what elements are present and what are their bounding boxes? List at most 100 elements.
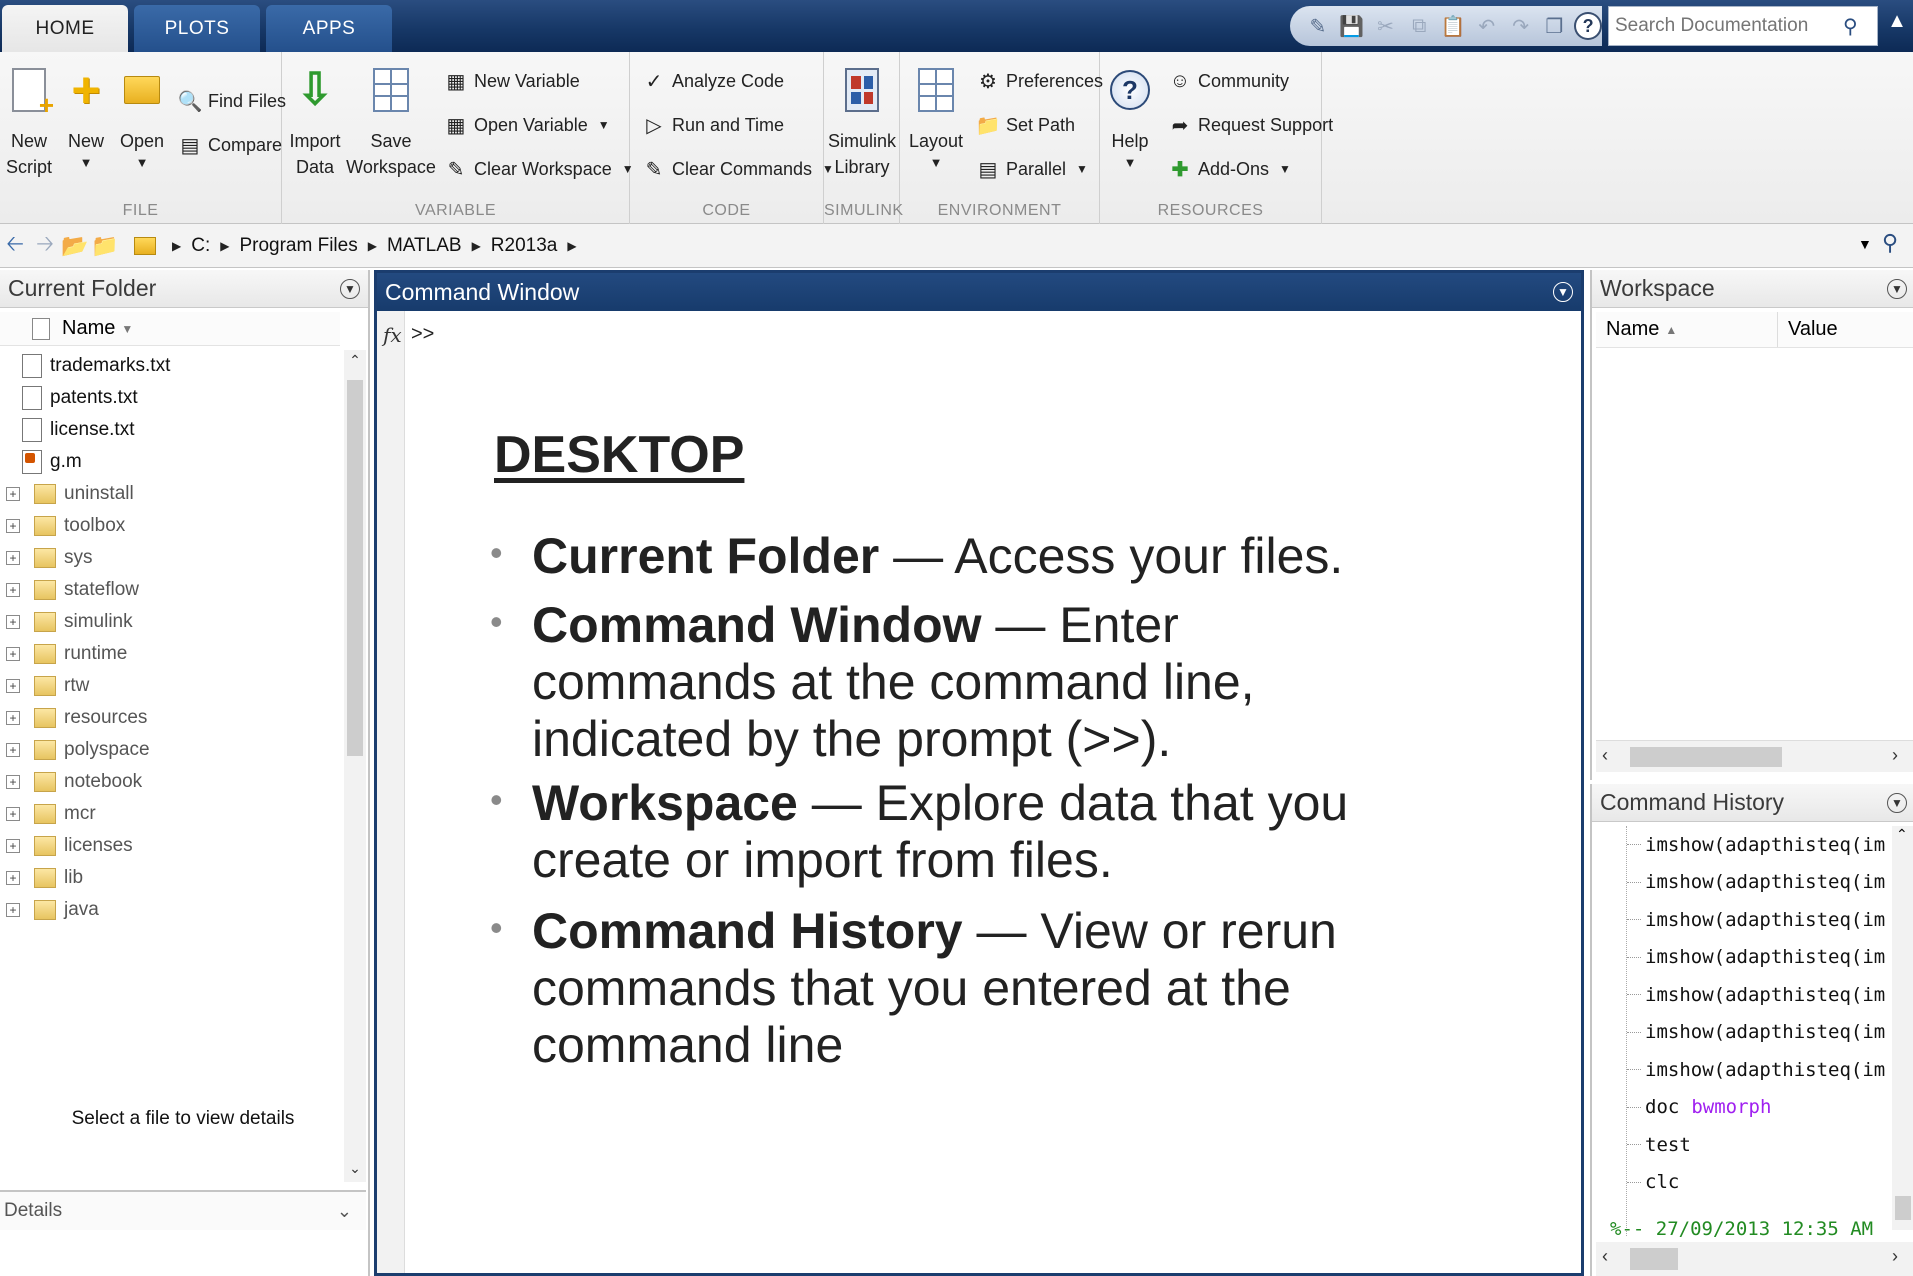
simulink-library-button[interactable]: Simulink Library [828, 62, 896, 180]
history-entry[interactable]: clc [1627, 1164, 1913, 1202]
scroll-left-icon[interactable]: ‹ [1602, 1246, 1608, 1267]
file-list-scrollbar[interactable]: ⌃ ⌄ [344, 350, 366, 1182]
history-entry[interactable]: imshow(adapthisteq(im [1627, 1014, 1913, 1052]
expand-folder-icon[interactable]: + [6, 775, 20, 789]
tab-plots[interactable]: PLOTS [134, 5, 260, 52]
search-icon[interactable]: ⚲ [1843, 14, 1858, 39]
expand-folder-icon[interactable]: + [6, 903, 20, 917]
parallel-button[interactable]: ▤ Parallel ▼ [974, 154, 1088, 184]
function-browser-icon[interactable]: fx [383, 323, 402, 347]
file-list-item[interactable]: + runtime [0, 638, 344, 670]
cut-icon[interactable]: ✂ [1372, 11, 1400, 41]
expand-folder-icon[interactable]: + [6, 871, 20, 885]
history-vscrollbar[interactable]: ⌃ [1892, 826, 1913, 1230]
panel-actions-icon[interactable]: ▼ [1553, 282, 1573, 302]
browse-folder-icon[interactable]: 📁 [90, 231, 120, 261]
file-list-item[interactable]: + uninstall [0, 478, 344, 510]
paste-icon[interactable]: 📋 [1439, 11, 1467, 41]
folder-search-icon[interactable]: ⚲ [1882, 230, 1898, 256]
chevron-down-icon[interactable]: ⌄ [337, 1201, 352, 1222]
file-list-item[interactable]: + notebook [0, 766, 344, 798]
set-path-button[interactable]: 📁 Set Path [974, 110, 1076, 140]
expand-folder-icon[interactable]: + [6, 487, 20, 501]
history-entry[interactable]: imshow(adapthisteq(im [1627, 939, 1913, 977]
expand-folder-icon[interactable]: + [6, 583, 20, 597]
expand-folder-icon[interactable]: + [6, 711, 20, 725]
breadcrumb-item[interactable]: MATLAB [387, 235, 462, 257]
breadcrumb-item[interactable]: C: [191, 235, 210, 257]
tab-home[interactable]: HOME [2, 5, 128, 52]
request-support-button[interactable]: ➦ Request Support [1166, 110, 1333, 140]
scrollbar-thumb[interactable] [1630, 1248, 1678, 1270]
history-entry[interactable]: imshow(adapthisteq(im [1627, 864, 1913, 902]
expand-folder-icon[interactable]: + [6, 807, 20, 821]
save-workspace-button[interactable]: Save Workspace [346, 62, 436, 180]
history-hscrollbar[interactable]: ‹ › [1596, 1242, 1913, 1276]
expand-folder-icon[interactable]: + [6, 519, 20, 533]
breadcrumb-item[interactable]: Program Files [239, 235, 357, 257]
file-list-item[interactable]: + java [0, 894, 344, 926]
scroll-down-icon[interactable]: ⌄ [344, 1160, 366, 1177]
redo-icon[interactable]: ↷ [1507, 11, 1535, 41]
expand-folder-icon[interactable]: + [6, 615, 20, 629]
workspace-value-column[interactable]: Value [1778, 312, 1838, 347]
help-button[interactable]: ? Help ▼ [1108, 62, 1152, 172]
expand-folder-icon[interactable]: + [6, 647, 20, 661]
history-entry[interactable]: imshow(adapthisteq(im [1627, 1051, 1913, 1089]
scroll-up-icon[interactable]: ⌃ [1896, 826, 1908, 843]
file-list-item[interactable]: + toolbox [0, 510, 344, 542]
open-button[interactable]: Open ▼ [120, 62, 164, 172]
scroll-right-icon[interactable]: › [1892, 745, 1898, 766]
expand-folder-icon[interactable]: + [6, 551, 20, 565]
file-list-item[interactable]: + simulink [0, 606, 344, 638]
file-list-item[interactable]: + sys [0, 542, 344, 574]
scrollbar-thumb[interactable] [1895, 1196, 1911, 1220]
history-entry[interactable]: imshow(adapthisteq(im [1627, 976, 1913, 1014]
file-list-item[interactable]: g.m [0, 446, 344, 478]
file-list-item[interactable]: + polyspace [0, 734, 344, 766]
address-dropdown-icon[interactable]: ▼ [1858, 236, 1872, 252]
analyze-code-button[interactable]: ✓ Analyze Code [640, 66, 784, 96]
file-list-item[interactable]: trademarks.txt [0, 350, 344, 382]
search-input[interactable] [1615, 15, 1843, 37]
scroll-up-icon[interactable]: ⌃ [344, 352, 366, 369]
breadcrumb-separator-icon[interactable]: ▶ [567, 239, 576, 253]
file-list-item[interactable]: + resources [0, 702, 344, 734]
up-folder-icon[interactable]: 📂 [60, 231, 90, 261]
command-prompt[interactable]: >> [411, 323, 434, 346]
file-list-item[interactable]: + stateflow [0, 574, 344, 606]
details-header[interactable]: Details ⌄ [0, 1190, 366, 1230]
layout-button[interactable]: Layout ▼ [909, 62, 963, 172]
file-list-item[interactable]: + mcr [0, 798, 344, 830]
history-entry[interactable]: doc bwmorph [1627, 1089, 1913, 1127]
scrollbar-thumb[interactable] [347, 380, 363, 756]
breadcrumb-item[interactable]: R2013a [491, 235, 558, 257]
panel-actions-icon[interactable]: ▼ [1887, 279, 1907, 299]
history-entry[interactable]: test [1627, 1126, 1913, 1164]
switch-windows-icon[interactable]: ❐ [1540, 11, 1568, 41]
new-button[interactable]: + New ▼ [64, 62, 108, 172]
forward-arrow-icon[interactable]: 🡢 [30, 231, 60, 261]
scrollbar-thumb[interactable] [1630, 747, 1782, 767]
clear-workspace-button[interactable]: ✎ Clear Workspace ▼ [442, 154, 634, 184]
compare-button[interactable]: ▤ Compare [176, 130, 282, 160]
workspace-hscrollbar[interactable]: ‹ › [1596, 740, 1913, 772]
scroll-left-icon[interactable]: ‹ [1602, 745, 1608, 766]
back-arrow-icon[interactable]: 🡠 [0, 231, 30, 261]
panel-actions-icon[interactable]: ▼ [1887, 793, 1907, 813]
command-window-panel[interactable]: Command Window ▼ fx >> [374, 270, 1584, 1276]
file-list-item[interactable]: + lib [0, 862, 344, 894]
file-list-item[interactable]: + licenses [0, 830, 344, 862]
workspace-name-column[interactable]: Name ▲ [1596, 312, 1778, 347]
save-quick-icon[interactable]: 💾 [1338, 11, 1366, 41]
expand-folder-icon[interactable]: + [6, 839, 20, 853]
community-button[interactable]: ☺ Community [1166, 66, 1289, 96]
file-list-item[interactable]: license.txt [0, 414, 344, 446]
tab-apps[interactable]: APPS [266, 5, 392, 52]
run-and-time-button[interactable]: ▷ Run and Time [640, 110, 784, 140]
history-entry[interactable]: imshow(adapthisteq(im [1627, 901, 1913, 939]
find-files-button[interactable]: 🔍 Find Files [176, 86, 286, 116]
history-entry[interactable]: imshow(adapthisteq(im [1627, 826, 1913, 864]
expand-folder-icon[interactable]: + [6, 743, 20, 757]
clear-commands-button[interactable]: ✎ Clear Commands ▼ [640, 154, 834, 184]
